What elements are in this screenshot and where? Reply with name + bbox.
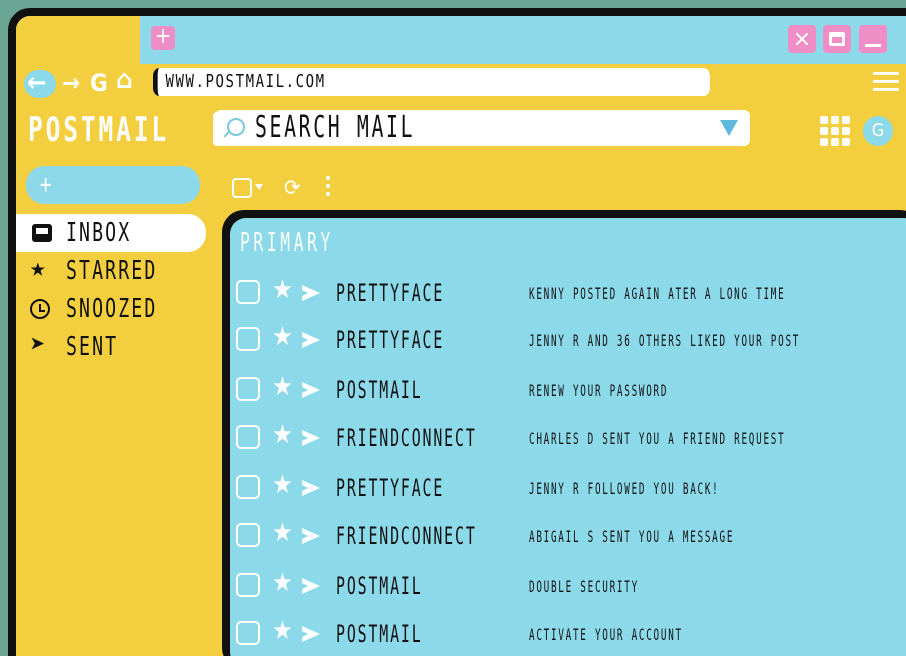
star-icon[interactable]: ★ (272, 566, 293, 600)
star-icon[interactable]: ★ (272, 273, 293, 307)
title-bar (16, 16, 906, 64)
row-sender: PRETTYFACE (336, 279, 445, 307)
important-marker-icon[interactable] (302, 626, 320, 642)
row-checkbox[interactable] (236, 425, 260, 449)
row-sender: FRIENDCONNECT (336, 522, 477, 550)
forward-arrow-icon[interactable]: → (62, 69, 80, 97)
row-checkbox[interactable] (236, 327, 260, 351)
star-icon[interactable]: ★ (272, 370, 293, 404)
important-marker-icon[interactable] (302, 332, 320, 348)
star-icon: ★ (30, 253, 49, 283)
app-logo: POSTMAIL (28, 110, 169, 150)
row-checkbox[interactable] (236, 475, 260, 499)
inbox-icon (32, 224, 52, 242)
tab-primary[interactable]: PRIMARY (240, 226, 334, 260)
sidebar-item-label: STARRED (66, 256, 158, 286)
new-tab-button[interactable]: + (151, 26, 175, 50)
row-subject: JENNY R AND 36 OTHERS LIKED YOUR POST (529, 331, 801, 350)
row-subject: ACTIVATE YOUR ACCOUNT (529, 625, 683, 644)
mail-row[interactable]: ★ POSTMAIL RENEW YOUR PASSWORD (236, 372, 906, 404)
maximize-window-button[interactable] (823, 25, 851, 53)
avatar[interactable]: G (863, 116, 893, 146)
clock-icon (30, 299, 50, 319)
mail-row[interactable]: ★ PRETTYFACE KENNY POSTED AGAIN ATER A L… (236, 275, 906, 307)
row-checkbox[interactable] (236, 621, 260, 645)
sidebar-item-snoozed[interactable]: SNOOZED (16, 290, 206, 328)
row-subject: CHARLES D SENT YOU A FRIEND REQUEST (529, 429, 786, 448)
close-window-button[interactable] (788, 25, 816, 53)
refresh-icon[interactable]: G (90, 69, 108, 97)
row-sender: PRETTYFACE (336, 474, 445, 502)
home-icon[interactable]: ⌂ (116, 66, 133, 94)
star-icon[interactable]: ★ (272, 614, 293, 648)
compose-label: + COMPOSE (40, 170, 54, 200)
row-subject: RENEW YOUR PASSWORD (529, 381, 669, 400)
row-sender: POSTMAIL (336, 572, 423, 600)
row-checkbox[interactable] (236, 377, 260, 401)
important-marker-icon[interactable] (302, 480, 320, 496)
compose-button[interactable]: + COMPOSE (26, 166, 200, 204)
sidebar-item-label: SNOOZED (66, 294, 158, 324)
browser-tab[interactable] (16, 16, 140, 66)
row-subject: DOUBLE SECURITY (529, 577, 639, 596)
mail-row[interactable]: ★ PRETTYFACE JENNY R AND 36 OTHERS LIKED… (236, 322, 906, 354)
important-marker-icon[interactable] (302, 578, 320, 594)
minimize-window-button[interactable] (859, 25, 887, 53)
important-marker-icon[interactable] (302, 528, 320, 544)
star-icon[interactable]: ★ (272, 468, 293, 502)
mail-row[interactable]: ★ POSTMAIL DOUBLE SECURITY (236, 568, 906, 600)
row-subject: ABIGAIL S SENT YOU A MESSAGE (529, 527, 735, 546)
sidebar-item-sent[interactable]: ➤ SENT (16, 328, 206, 366)
sidebar-item-starred[interactable]: ★ STARRED (16, 252, 206, 290)
star-icon[interactable]: ★ (272, 320, 293, 354)
star-icon[interactable]: ★ (272, 418, 293, 452)
star-icon[interactable]: ★ (272, 516, 293, 550)
select-dropdown-icon[interactable] (255, 184, 263, 190)
sidebar-item-inbox[interactable]: INBOX (16, 214, 206, 252)
back-arrow-icon[interactable]: ← (24, 69, 56, 98)
sidebar-item-label: INBOX (66, 218, 132, 248)
mail-row[interactable]: ★ POSTMAIL ACTIVATE YOUR ACCOUNT (236, 616, 906, 648)
row-checkbox[interactable] (236, 523, 260, 547)
search-placeholder: SEARCH MAIL (255, 110, 416, 145)
row-sender: POSTMAIL (336, 620, 423, 648)
row-subject: JENNY R FOLLOWED YOU BACK! (529, 479, 720, 498)
address-bar[interactable]: WWW.POSTMAIL.COM (153, 68, 710, 96)
mail-row[interactable]: ★ FRIENDCONNECT ABIGAIL S SENT YOU A MES… (236, 518, 906, 550)
row-sender: POSTMAIL (336, 376, 423, 404)
important-marker-icon[interactable] (302, 430, 320, 446)
search-icon (227, 118, 245, 136)
row-checkbox[interactable] (236, 280, 260, 304)
more-options-icon[interactable] (326, 176, 332, 198)
mail-row[interactable]: ★ PRETTYFACE JENNY R FOLLOWED YOU BACK! (236, 470, 906, 502)
sidebar-item-label: SENT (66, 332, 119, 362)
refresh-mail-icon[interactable]: ⟳ (284, 176, 301, 201)
search-divider (213, 112, 221, 146)
important-marker-icon[interactable] (302, 382, 320, 398)
select-all-checkbox[interactable] (232, 178, 252, 198)
row-sender: PRETTYFACE (336, 326, 445, 354)
row-sender: FRIENDCONNECT (336, 424, 477, 452)
row-checkbox[interactable] (236, 573, 260, 597)
sidebar: INBOX ★ STARRED SNOOZED ➤ SENT (16, 214, 206, 366)
send-icon: ➤ (30, 330, 49, 360)
mail-row[interactable]: ★ FRIENDCONNECT CHARLES D SENT YOU A FRI… (236, 420, 906, 452)
search-input[interactable]: SEARCH MAIL (215, 110, 750, 146)
menu-icon[interactable] (873, 72, 899, 94)
important-marker-icon[interactable] (302, 285, 320, 301)
row-subject: KENNY POSTED AGAIN ATER A LONG TIME (529, 284, 786, 303)
apps-grid-icon[interactable] (820, 116, 852, 148)
search-options-icon[interactable] (720, 120, 738, 136)
